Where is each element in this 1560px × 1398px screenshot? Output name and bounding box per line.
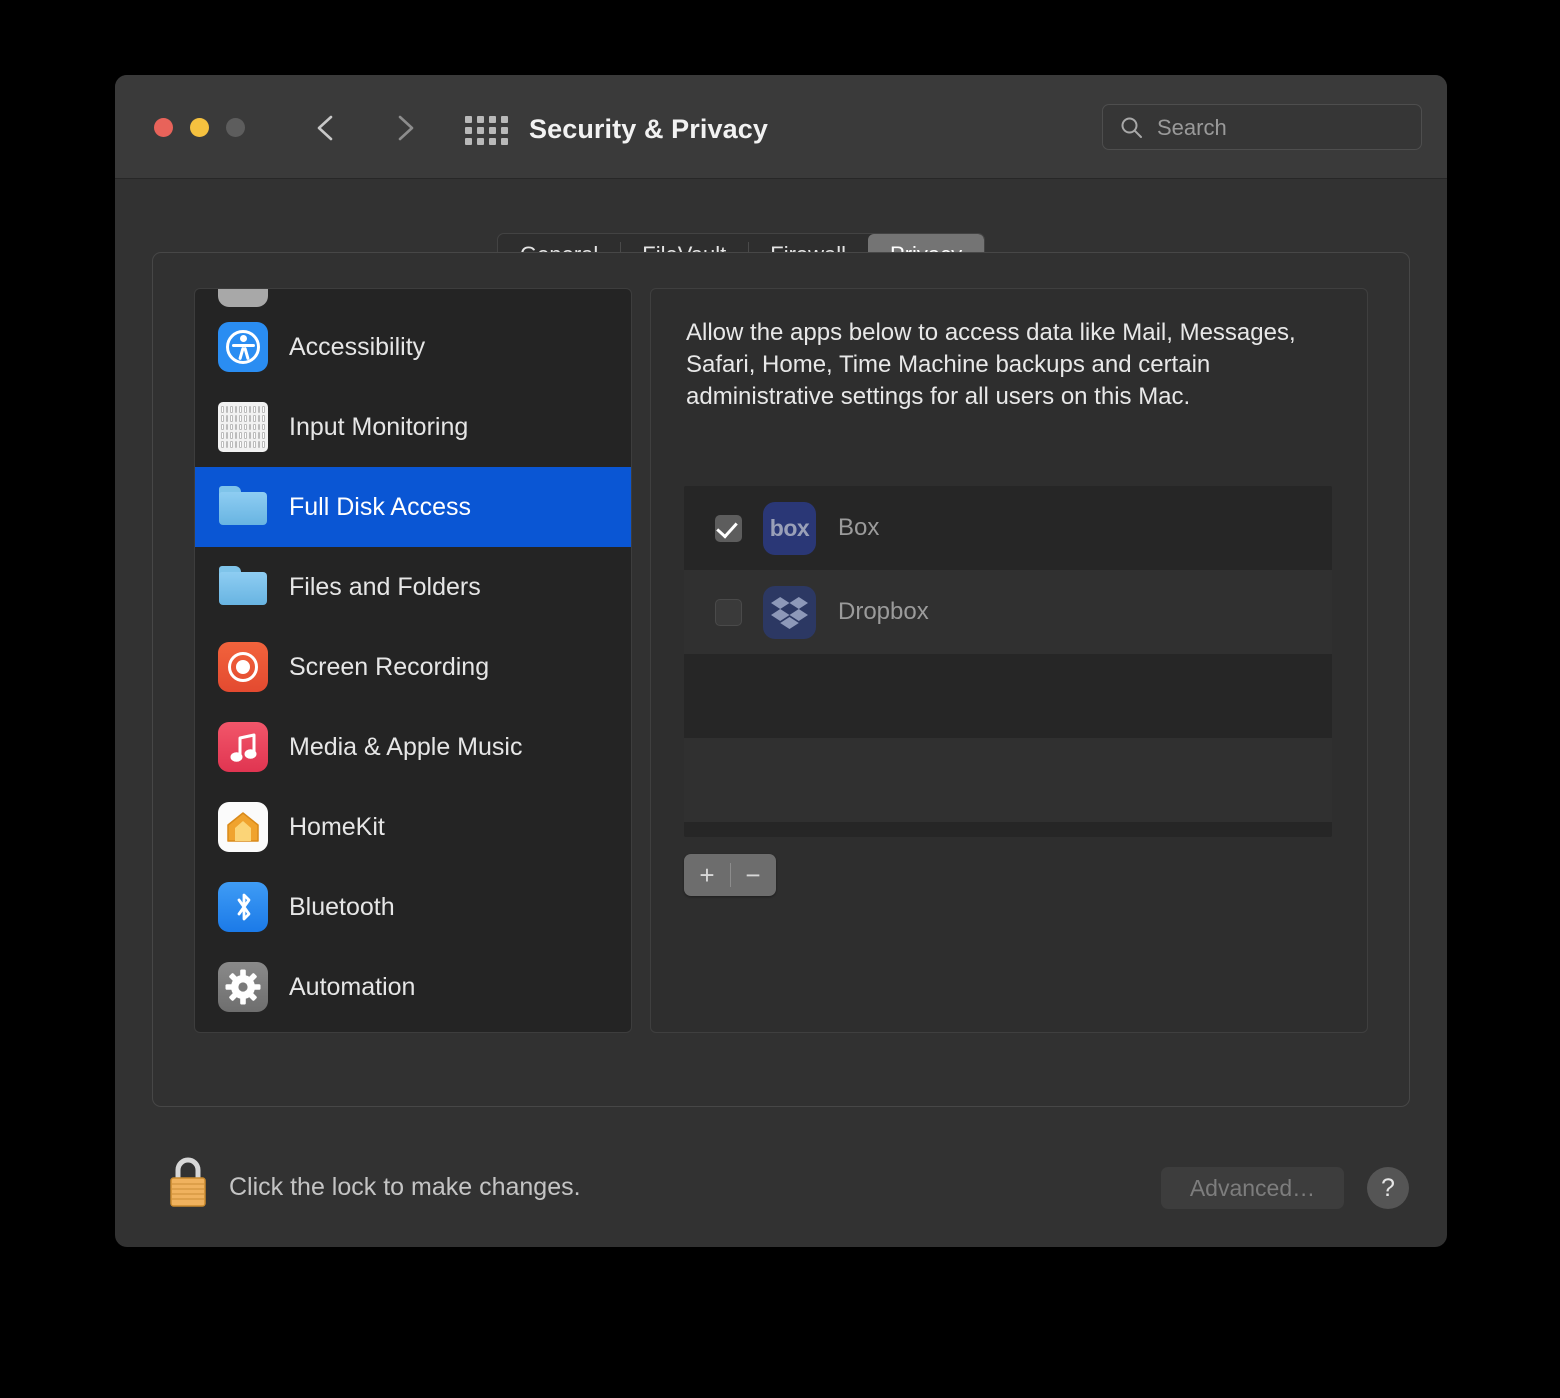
- app-checkbox[interactable]: [715, 514, 742, 542]
- sidebar-item-input-monitoring[interactable]: Input Monitoring: [195, 387, 631, 467]
- app-name: Dropbox: [838, 598, 929, 625]
- page-title: Security & Privacy: [529, 114, 768, 144]
- window-titlebar: Security & Privacy Search: [115, 75, 1447, 179]
- table-row-empty: [684, 738, 1332, 822]
- music-note-icon: [218, 722, 268, 772]
- remove-app-button[interactable]: −: [730, 854, 776, 896]
- sidebar-item-label: Full Disk Access: [289, 493, 471, 521]
- search-placeholder: Search: [1157, 115, 1227, 140]
- table-row[interactable]: Dropbox: [684, 570, 1332, 654]
- box-app-icon: box: [763, 501, 816, 555]
- sidebar-item-accessibility[interactable]: Accessibility: [195, 307, 631, 387]
- search-icon: [1120, 116, 1143, 139]
- sidebar-item-label: Media & Apple Music: [289, 733, 523, 761]
- table-row-empty: [684, 822, 1332, 837]
- accessibility-icon: [218, 322, 268, 372]
- sidebar-item-partial[interactable]: [195, 289, 631, 307]
- sidebar-item-label: Input Monitoring: [289, 413, 469, 441]
- screen-recording-icon: [218, 642, 268, 692]
- partial-icon: [218, 289, 268, 307]
- forward-chevron-icon[interactable]: [387, 111, 421, 145]
- close-button[interactable]: [154, 118, 173, 137]
- lock-message: Click the lock to make changes.: [229, 1173, 581, 1201]
- sidebar-item-label: Accessibility: [289, 333, 426, 361]
- folder-icon: [218, 482, 268, 532]
- sidebar-item-full-disk-access[interactable]: Full Disk Access: [195, 467, 631, 547]
- sidebar-item-homekit[interactable]: HomeKit: [195, 787, 631, 867]
- keyboard-icon: [218, 402, 268, 452]
- show-all-grid-icon[interactable]: [465, 116, 509, 145]
- zoom-button[interactable]: [226, 118, 245, 137]
- full-disk-access-panel: Allow the apps below to access data like…: [650, 288, 1368, 1033]
- back-chevron-icon[interactable]: [310, 111, 344, 145]
- search-input[interactable]: Search: [1102, 104, 1422, 150]
- app-checkbox[interactable]: [715, 598, 742, 626]
- add-remove-segmented-control[interactable]: + −: [684, 854, 776, 896]
- allowed-apps-list[interactable]: box Box Dropbox: [684, 486, 1332, 837]
- privacy-category-list[interactable]: Accessibility Input Monitoring Full Disk…: [194, 288, 632, 1033]
- minimize-button[interactable]: [190, 118, 209, 137]
- lock-closed-icon[interactable]: [165, 1154, 211, 1210]
- sidebar-item-automation[interactable]: Automation: [195, 947, 631, 1027]
- advanced-button[interactable]: Advanced…: [1161, 1167, 1344, 1209]
- gear-icon: [218, 962, 268, 1012]
- sidebar-item-label: Screen Recording: [289, 653, 490, 681]
- home-icon: [218, 802, 268, 852]
- table-row-empty: [684, 654, 1332, 738]
- sidebar-item-screen-recording[interactable]: Screen Recording: [195, 627, 631, 707]
- dropbox-app-icon: [763, 585, 816, 639]
- sidebar-item-label: Automation: [289, 973, 416, 1001]
- add-app-button[interactable]: +: [684, 854, 730, 896]
- bluetooth-icon: [218, 882, 268, 932]
- sidebar-item-label: HomeKit: [289, 813, 385, 841]
- sidebar-item-label: Files and Folders: [289, 573, 481, 601]
- sidebar-item-bluetooth[interactable]: Bluetooth: [195, 867, 631, 947]
- box-icon-label: box: [769, 514, 810, 541]
- folder-icon: [218, 562, 268, 612]
- app-name: Box: [838, 514, 880, 541]
- sidebar-item-label: Bluetooth: [289, 893, 395, 921]
- system-preferences-window: Security & Privacy Search General FileVa…: [115, 75, 1447, 1247]
- sidebar-item-media-apple-music[interactable]: Media & Apple Music: [195, 707, 631, 787]
- help-button[interactable]: ?: [1367, 1167, 1409, 1209]
- panel-description: Allow the apps below to access data like…: [686, 319, 1296, 410]
- sidebar-item-files-and-folders[interactable]: Files and Folders: [195, 547, 631, 627]
- privacy-content-panel: Accessibility Input Monitoring Full Disk…: [152, 252, 1410, 1107]
- table-row[interactable]: box Box: [684, 486, 1332, 570]
